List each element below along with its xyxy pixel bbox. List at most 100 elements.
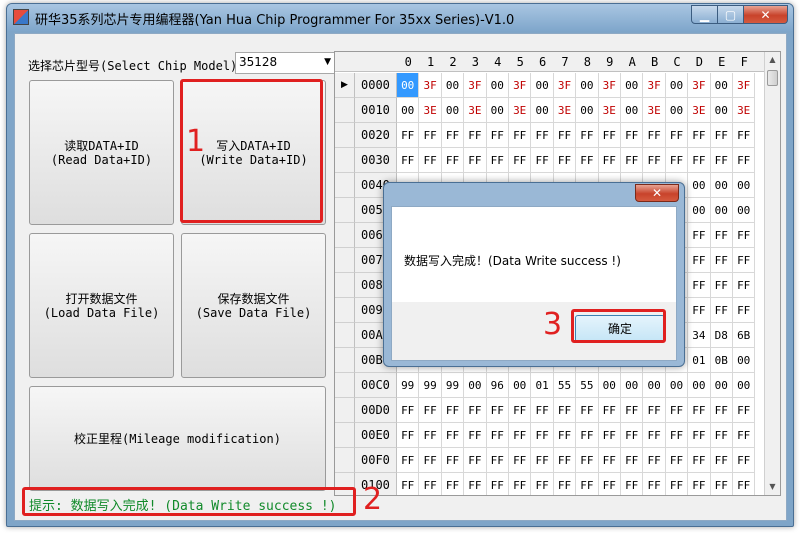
hex-cell[interactable]: FF (710, 423, 733, 448)
row-selector[interactable] (335, 98, 355, 123)
load-file-button[interactable]: 打开数据文件 (Load Data File) (29, 233, 174, 378)
maximize-button[interactable]: ▢ (718, 5, 744, 24)
hex-cell[interactable]: FF (710, 298, 733, 323)
hex-cell[interactable]: 00 (441, 73, 465, 98)
hex-cell[interactable]: 00 (665, 73, 689, 98)
hex-cell[interactable]: FF (441, 148, 465, 173)
hex-cell[interactable]: FF (576, 473, 599, 495)
hex-cell[interactable]: 00 (441, 98, 465, 123)
hex-cell[interactable]: FF (509, 423, 532, 448)
hex-cell[interactable]: FF (464, 148, 487, 173)
hex-cell[interactable]: 00 (621, 73, 644, 98)
hex-cell[interactable]: FF (665, 423, 689, 448)
scroll-up-icon[interactable]: ▲ (765, 52, 780, 68)
hex-cell[interactable]: FF (486, 423, 509, 448)
hex-cell[interactable]: FF (531, 123, 554, 148)
hex-cell[interactable]: FF (710, 123, 733, 148)
hex-cell[interactable]: FF (643, 123, 666, 148)
hex-cell[interactable]: FF (576, 398, 599, 423)
row-selector[interactable] (335, 398, 355, 423)
hex-cell[interactable]: FF (531, 448, 554, 473)
hex-cell[interactable]: 00 (598, 373, 621, 398)
row-selector[interactable] (335, 248, 355, 273)
hex-cell[interactable]: FF (576, 148, 599, 173)
hex-cell[interactable]: FF (710, 248, 733, 273)
hex-cell[interactable]: 00 (576, 98, 599, 123)
minimize-button[interactable]: ▁ (691, 5, 718, 24)
hex-cell[interactable]: FF (576, 123, 599, 148)
hex-cell[interactable]: 00 (688, 373, 711, 398)
hex-cell[interactable]: FF (710, 223, 733, 248)
hex-cell[interactable]: FF (397, 473, 420, 495)
read-data-button[interactable]: 读取DATA+ID (Read Data+ID) (29, 80, 174, 225)
hex-cell[interactable]: FF (397, 148, 420, 173)
row-selector[interactable] (335, 273, 355, 298)
hex-cell[interactable]: 00 (576, 73, 599, 98)
hex-cell[interactable]: FF (621, 473, 644, 495)
hex-cell[interactable]: FF (598, 123, 621, 148)
hex-cell[interactable]: FF (576, 448, 599, 473)
dialog-ok-button[interactable]: 确定 (575, 315, 665, 343)
hex-cell[interactable]: FF (710, 448, 733, 473)
hex-cell[interactable]: 3E (464, 98, 487, 123)
hex-cell[interactable]: FF (665, 398, 689, 423)
hex-cell[interactable]: FF (397, 423, 420, 448)
hex-cell[interactable]: FF (711, 473, 733, 495)
hex-cell[interactable]: FF (688, 248, 711, 273)
hex-cell[interactable]: FF (531, 473, 554, 495)
save-file-button[interactable]: 保存数据文件 (Save Data File) (181, 233, 326, 378)
hex-cell[interactable]: FF (710, 148, 733, 173)
hex-cell[interactable]: 00 (621, 98, 644, 123)
hex-cell[interactable]: FF (464, 448, 487, 473)
chevron-down-icon[interactable]: ▼ (324, 57, 331, 67)
hex-cell[interactable]: FF (553, 448, 577, 473)
hex-cell[interactable]: 00 (531, 73, 554, 98)
hex-cell[interactable]: FF (733, 473, 756, 495)
hex-cell[interactable]: FF (509, 398, 532, 423)
row-selector[interactable] (335, 173, 355, 198)
hex-cell[interactable]: 3F (464, 73, 487, 98)
hex-cell[interactable]: FF (419, 473, 442, 495)
hex-cell[interactable]: FF (531, 398, 554, 423)
row-selector[interactable] (335, 348, 355, 373)
hex-cell[interactable]: 00 (509, 373, 532, 398)
hex-cell[interactable]: FF (643, 398, 666, 423)
title-bar[interactable]: 研华35系列芯片专用编程器(Yan Hua Chip Programmer Fo… (7, 4, 793, 31)
hex-cell[interactable]: FF (688, 298, 711, 323)
hex-cell[interactable]: FF (688, 223, 711, 248)
hex-cell[interactable]: FF (554, 473, 577, 495)
hex-cell[interactable]: FF (486, 398, 509, 423)
hex-cell[interactable]: FF (598, 398, 621, 423)
row-selector[interactable] (335, 448, 355, 473)
hex-cell[interactable]: 01 (531, 373, 554, 398)
hex-cell[interactable]: FF (733, 398, 756, 423)
hex-cell[interactable]: FF (419, 423, 442, 448)
hex-cell[interactable]: FF (688, 148, 711, 173)
table-row[interactable]: 00F0 FF FF FF FF FF FF FF FF FF FF FF FF FF FF FF FF (335, 448, 764, 473)
hex-cell[interactable]: FF (509, 448, 532, 473)
hex-cell[interactable]: FF (576, 423, 599, 448)
hex-cell[interactable]: 3E (688, 98, 711, 123)
hex-cell[interactable]: 01 (688, 348, 711, 373)
hex-cell[interactable]: FF (599, 473, 621, 495)
mileage-modification-button[interactable]: 校正里程(Mileage modification) (29, 386, 326, 491)
hex-cell[interactable]: 99 (419, 373, 442, 398)
hex-cell[interactable]: FF (531, 423, 554, 448)
hex-cell[interactable]: 3F (733, 73, 756, 98)
hex-cell[interactable]: FF (442, 473, 465, 495)
close-button[interactable]: ✕ (744, 5, 788, 24)
hex-cell[interactable]: 00 (531, 98, 554, 123)
hex-cell[interactable]: FF (486, 123, 509, 148)
row-selector[interactable] (335, 123, 355, 148)
row-selector[interactable] (335, 373, 355, 398)
hex-cell[interactable]: 55 (553, 373, 577, 398)
hex-cell[interactable]: 00 (688, 198, 711, 223)
table-row[interactable]: 0030 FF FF FF FF FF FF FF FF FF FF FF FF FF FF FF FF (335, 148, 764, 173)
hex-cell[interactable]: FF (733, 273, 756, 298)
table-row[interactable]: 0100 FF FF FF FF FF FF FF FF FF FF FF FF FF FF FF FF (335, 473, 764, 495)
hex-cell[interactable]: FF (733, 248, 756, 273)
hex-cell[interactable]: FF (688, 123, 711, 148)
hex-cell[interactable]: FF (666, 473, 689, 495)
hex-cell[interactable]: FF (733, 123, 756, 148)
table-row[interactable]: 0020 FF FF FF FF FF FF FF FF FF FF FF FF FF FF FF FF (335, 123, 764, 148)
